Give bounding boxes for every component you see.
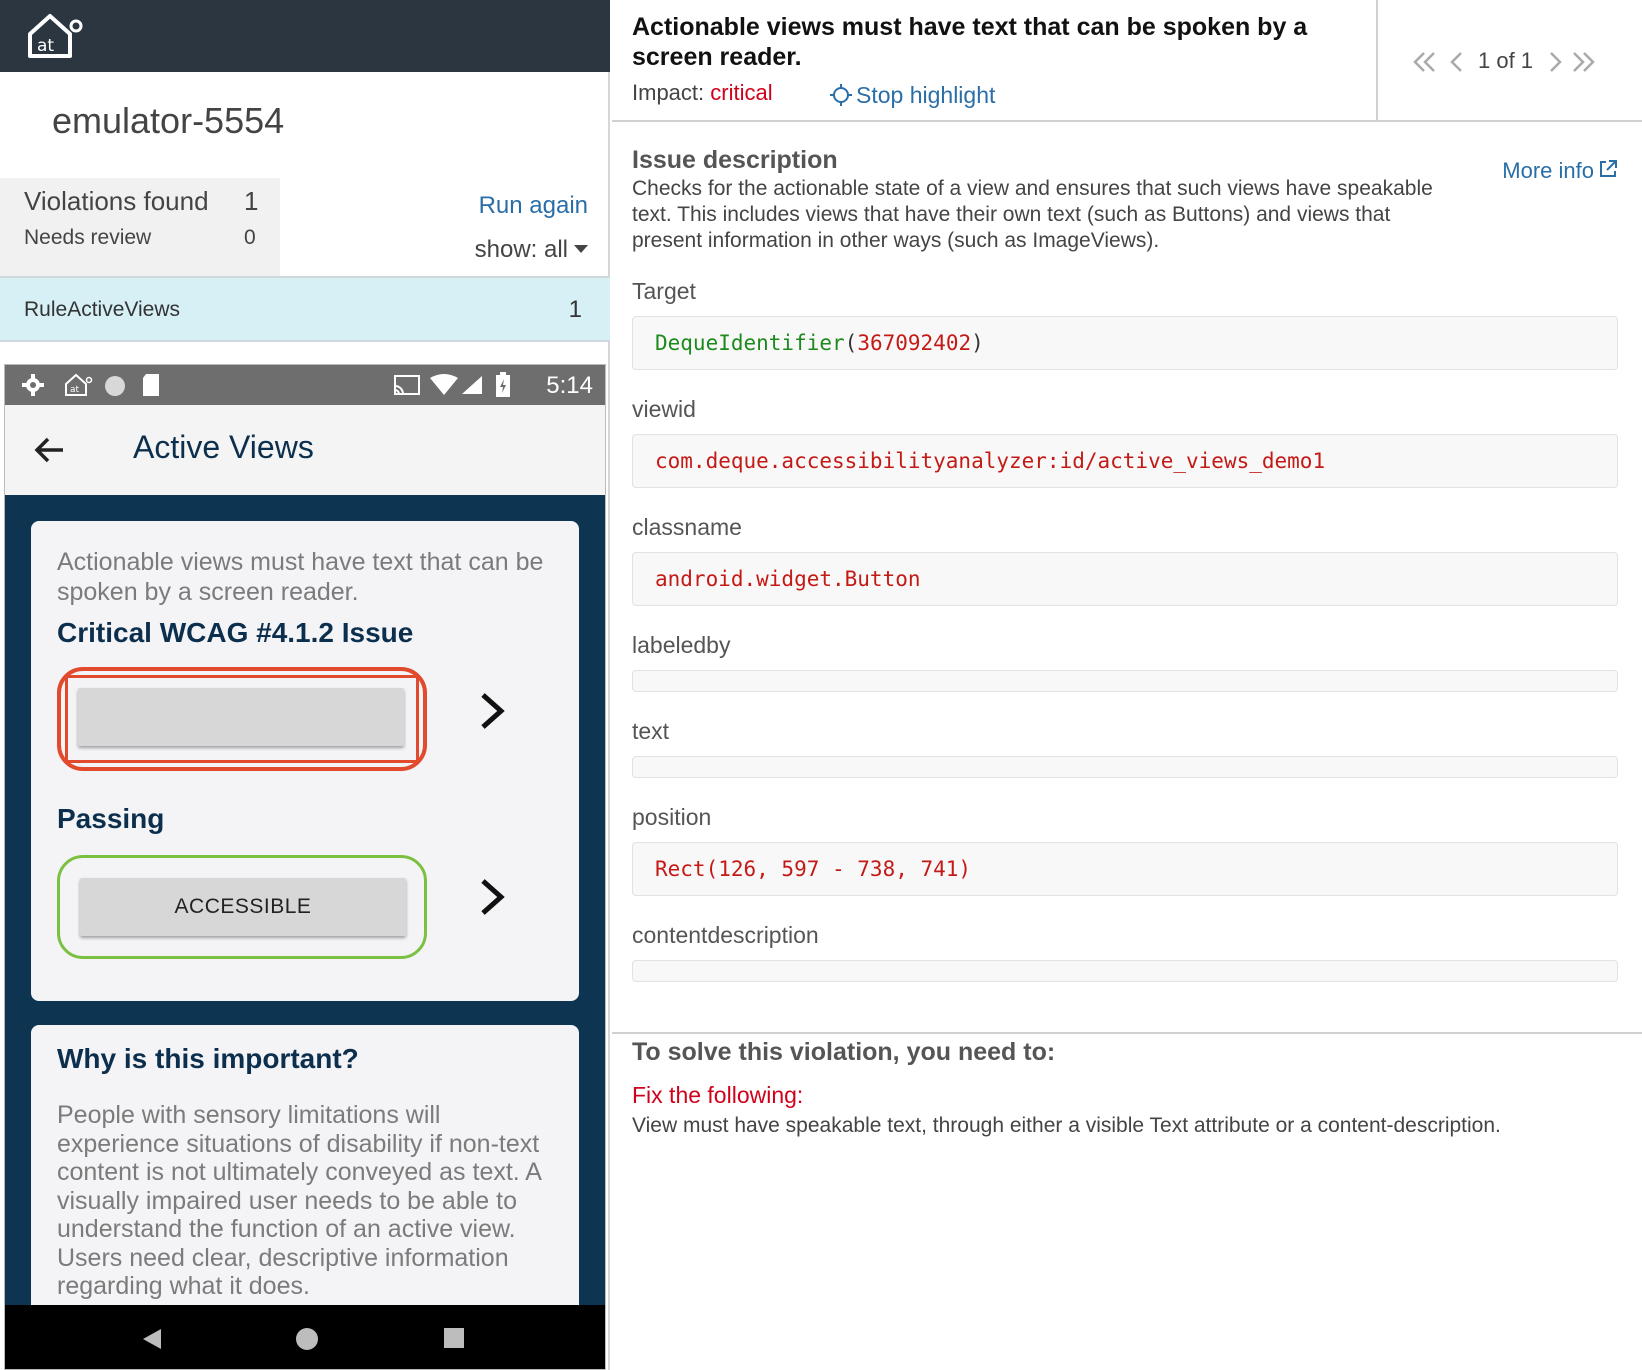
device-screenshot: at 5:14 Active Views Actionable views mu…: [4, 364, 606, 1370]
rule-row[interactable]: RuleActiveViews 1: [0, 276, 610, 342]
fix-text: View must have speakable text, through e…: [632, 1114, 1501, 1137]
labeledby-label: labeledby: [632, 632, 731, 658]
accessibility-analyzer-logo-icon: at: [28, 14, 83, 58]
status-time: 5:14: [546, 372, 593, 399]
text-label: text: [632, 718, 670, 744]
solution-title: To solve this violation, you need to:: [632, 1038, 1056, 1066]
phone-content: Actionable views must have text that can…: [5, 495, 605, 1305]
more-info-label: More info: [1502, 158, 1594, 183]
demo-intro-text: Actionable views must have text that can…: [57, 548, 544, 606]
issue-description-title: Issue description: [632, 146, 838, 174]
device-title: emulator-5554: [52, 100, 285, 141]
last-page-icon[interactable]: [1570, 50, 1596, 74]
pager-text: 1 of 1: [1478, 48, 1534, 73]
nav-recents-icon[interactable]: [443, 1327, 465, 1349]
left-panel: at emulator-5554 Violations found 1 Need…: [0, 0, 610, 1370]
chevron-right-icon: [481, 879, 505, 915]
demo-card: Actionable views must have text that can…: [31, 521, 579, 1001]
nav-home-icon[interactable]: [295, 1327, 319, 1351]
position-label: position: [632, 804, 712, 830]
contentdescription-value: [632, 960, 1618, 982]
settings-gear-icon: [22, 374, 44, 396]
review-label: Needs review: [24, 226, 152, 249]
rule-count: 1: [568, 296, 582, 323]
cell-signal-icon: [462, 376, 482, 394]
wifi-icon: [430, 374, 458, 395]
chevron-right-icon: [481, 693, 505, 729]
fix-label: Fix the following:: [632, 1082, 804, 1108]
position-value: Rect(126, 597 - 738, 741): [632, 842, 1618, 896]
solution-section: To solve this violation, you need to: Fi…: [612, 1032, 1642, 1137]
issue-description: Checks for the actionable state of a vie…: [632, 177, 1433, 252]
app-header: at: [0, 0, 610, 72]
cast-icon: [394, 375, 420, 395]
circle-status-icon: [105, 376, 125, 396]
impact-value: critical: [710, 80, 773, 105]
battery-icon: [496, 372, 510, 397]
previous-page-icon[interactable]: [1444, 50, 1470, 74]
show-filter-dropdown[interactable]: show: all: [475, 236, 588, 264]
impact-label: Impact:: [632, 80, 705, 105]
unlabeled-button[interactable]: [78, 688, 404, 746]
fail-heading: Critical WCAG #4.1.2 Issue: [57, 617, 414, 648]
passing-highlight: ACCESSIBLE: [57, 855, 427, 959]
viewid-value: com.deque.accessibilityanalyzer:id/activ…: [632, 434, 1618, 488]
review-count: 0: [244, 226, 256, 249]
target-label: Target: [632, 278, 696, 304]
info-card: Why is this important? People with senso…: [31, 1025, 579, 1305]
stop-highlight-button[interactable]: Stop highlight: [830, 82, 995, 109]
first-page-icon[interactable]: [1412, 50, 1438, 74]
issue-title: Actionable views must have text that can…: [632, 13, 1308, 71]
stop-highlight-label: Stop highlight: [856, 82, 996, 108]
summary-counts: Violations found 1 Needs review 0: [0, 178, 280, 276]
results-summary: Violations found 1 Needs review 0 Run ag…: [0, 178, 610, 276]
nav-back-icon[interactable]: [141, 1327, 163, 1351]
why-heading: Why is this important?: [57, 1043, 359, 1074]
external-link-icon: [1600, 160, 1617, 177]
target-value: DequeIdentifier(367092402): [632, 316, 1618, 370]
impact: Impact: critical: [632, 80, 773, 106]
caret-down-icon: [574, 245, 588, 253]
svg-text:at: at: [37, 36, 54, 56]
svg-text:at: at: [70, 385, 80, 395]
phone-screen-title: Active Views: [133, 429, 314, 465]
issue-pager: 1 of 1: [1376, 0, 1642, 120]
back-arrow-icon[interactable]: [33, 433, 67, 467]
classname-label: classname: [632, 514, 742, 540]
show-filter-label: show: all: [474, 236, 568, 263]
issue-header: Actionable views must have text that can…: [612, 0, 1642, 122]
sd-card-icon: [143, 374, 159, 396]
why-body-text: People with sensory limitations will exp…: [57, 1101, 541, 1300]
pass-heading: Passing: [57, 803, 165, 834]
run-again-link[interactable]: Run again: [479, 192, 588, 220]
phone-app-bar: Active Views: [5, 405, 605, 495]
android-status-bar: at 5:14: [5, 365, 605, 405]
accessible-button[interactable]: ACCESSIBLE: [80, 878, 406, 936]
target-argument: 367092402: [857, 331, 972, 355]
classname-value: android.widget.Button: [632, 552, 1618, 606]
target-function: DequeIdentifier: [655, 331, 845, 355]
viewid-label: viewid: [632, 396, 696, 422]
rule-name: RuleActiveViews: [24, 298, 181, 321]
violations-count: 1: [244, 186, 259, 216]
issue-details-panel: Actionable views must have text that can…: [612, 0, 1642, 1370]
more-info-link[interactable]: More info: [1502, 158, 1618, 184]
highlight-icon: [830, 84, 852, 106]
next-page-icon[interactable]: [1542, 50, 1568, 74]
text-value: [632, 756, 1618, 778]
violations-label: Violations found: [24, 186, 209, 216]
accessibility-analyzer-status-icon: at: [65, 373, 93, 396]
contentdescription-label: contentdescription: [632, 922, 819, 948]
android-nav-bar: [5, 1305, 605, 1369]
violation-highlight: [57, 667, 427, 771]
labeledby-value: [632, 670, 1618, 692]
